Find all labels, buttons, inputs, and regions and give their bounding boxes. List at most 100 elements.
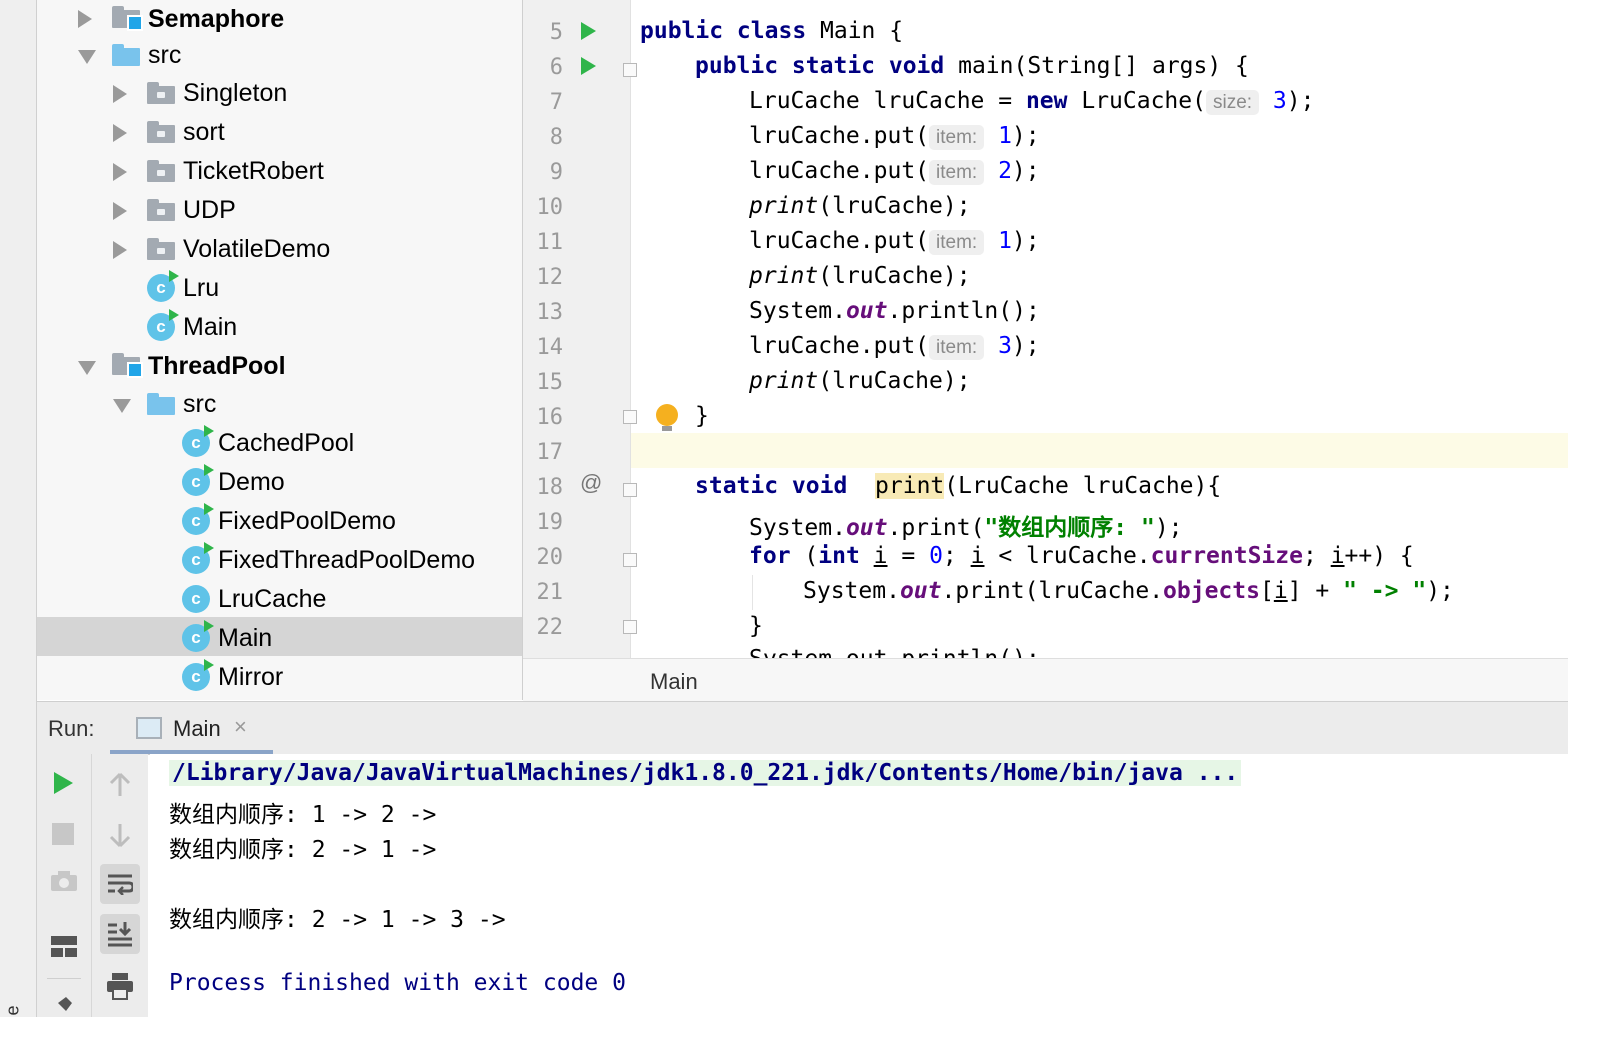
override-marker-icon[interactable]: @ <box>580 470 602 496</box>
editor-gutter: 5 6 7 8 9 10 11 12 13 14 15 16 17 18 19 … <box>523 0 637 658</box>
fold-marker-icon[interactable] <box>623 553 637 567</box>
module-folder-icon <box>112 6 143 31</box>
tree-item-label: Demo <box>218 468 285 496</box>
runnable-class-icon: c <box>147 309 179 341</box>
expand-arrow-icon[interactable] <box>113 241 127 259</box>
up-arrow-icon[interactable] <box>109 772 131 798</box>
code-line: lruCache.put(item: 3); <box>749 333 1040 360</box>
package-folder-icon <box>147 199 175 221</box>
code-line: public class Main { <box>640 18 904 44</box>
tree-item-label: src <box>148 41 182 69</box>
tree-item-label: Singleton <box>183 79 288 107</box>
param-hint: item: <box>929 125 985 150</box>
expand-arrow-icon[interactable] <box>113 202 127 220</box>
runnable-class-icon: c <box>182 542 214 574</box>
tree-item-label: VolatileDemo <box>183 235 331 263</box>
tree-item-label: src <box>183 390 217 418</box>
line-number: 8 <box>549 125 563 150</box>
fold-marker-icon[interactable] <box>623 63 637 77</box>
code-line: public static void main(String[] args) { <box>695 53 1249 79</box>
line-number: 20 <box>536 545 564 570</box>
runnable-class-icon: c <box>182 620 214 652</box>
left-tool-strip: e <box>0 0 37 1017</box>
code-line: lruCache.put(item: 1); <box>749 123 1040 150</box>
source-folder-icon <box>147 393 175 415</box>
code-line: static void print(LruCache lruCache){ <box>695 473 1222 499</box>
code-line: print(lruCache); <box>749 368 971 394</box>
tree-item-label: FixedPoolDemo <box>218 507 396 535</box>
expand-arrow-icon[interactable] <box>113 85 127 103</box>
run-label: Run: <box>48 716 95 741</box>
line-number: 17 <box>536 440 564 465</box>
expand-arrow-icon[interactable] <box>113 163 127 181</box>
package-folder-icon <box>147 238 175 260</box>
code-line: } <box>749 613 763 639</box>
tree-item-label: UDP <box>183 196 236 224</box>
code-line-partial: System.out.println(); <box>749 646 1040 658</box>
lightbulb-icon[interactable] <box>656 404 678 431</box>
param-hint: item: <box>929 335 985 360</box>
runnable-class-icon: c <box>182 503 214 535</box>
tree-selection-highlight <box>37 617 522 656</box>
editor-breadcrumb[interactable]: Main <box>523 658 1568 701</box>
scroll-to-end-button[interactable] <box>100 914 140 954</box>
code-line: } <box>695 403 709 429</box>
java-command-path[interactable]: /Library/Java/JavaVirtualMachines/jdk1.8… <box>169 760 1242 786</box>
console-line: 数组内顺序: 2 -> 1 -> 3 -> <box>169 907 520 933</box>
expand-arrow-icon[interactable] <box>78 10 92 28</box>
fold-marker-icon[interactable] <box>623 620 637 634</box>
code-line: lruCache.put(item: 1); <box>749 228 1040 255</box>
project-tree[interactable]: Semaphore src Singleton sort TicketRober… <box>37 0 523 700</box>
collapse-arrow-icon[interactable] <box>78 50 96 64</box>
soft-wrap-button[interactable] <box>100 864 140 904</box>
soft-wrap-icon <box>108 874 133 895</box>
code-editor[interactable]: 5 6 7 8 9 10 11 12 13 14 15 16 17 18 19 … <box>523 0 1568 658</box>
tree-item-label: Lru <box>183 274 220 302</box>
print-icon[interactable] <box>106 972 134 1000</box>
camera-icon[interactable] <box>50 870 78 892</box>
fold-marker-icon[interactable] <box>623 410 637 424</box>
line-number: 22 <box>536 615 564 640</box>
code-line: LruCache lruCache = new LruCache(size: 3… <box>749 88 1315 115</box>
tree-item-label: Semaphore <box>148 5 285 33</box>
tree-item-label: ThreadPool <box>148 352 286 380</box>
collapse-arrow-icon[interactable] <box>113 399 131 413</box>
fold-marker-icon[interactable] <box>623 483 637 497</box>
side-strip-label[interactable]: e <box>3 1005 24 1015</box>
run-class-icon[interactable] <box>581 22 596 40</box>
rerun-icon[interactable] <box>54 772 73 794</box>
run-tab-main[interactable]: Main × <box>110 702 273 754</box>
code-line: for (int i = 0; i < lruCache.currentSize… <box>749 543 1414 569</box>
stop-icon[interactable] <box>52 823 74 845</box>
tree-item-label: FixedThreadPoolDemo <box>218 546 476 574</box>
package-folder-icon <box>147 82 175 104</box>
close-icon[interactable]: × <box>234 714 247 740</box>
line-number: 21 <box>536 580 564 605</box>
tree-item-label: CachedPool <box>218 429 355 457</box>
down-arrow-icon[interactable] <box>109 822 131 848</box>
scroll-to-end-icon <box>108 922 132 947</box>
run-method-icon[interactable] <box>581 57 596 75</box>
run-panel-header: Run: Main × <box>37 701 1568 755</box>
line-number: 11 <box>536 230 564 255</box>
console-line: /Library/Java/JavaVirtualMachines/jdk1.8… <box>169 760 1242 786</box>
package-folder-icon <box>147 160 175 182</box>
line-number: 16 <box>536 405 564 430</box>
toolbar-divider <box>47 978 81 979</box>
param-hint: size: <box>1205 90 1260 115</box>
console-line: 数组内顺序: 2 -> 1 -> <box>169 837 451 863</box>
collapse-arrow-icon[interactable] <box>78 361 96 375</box>
param-hint: item: <box>929 160 985 185</box>
expand-arrow-icon[interactable] <box>113 124 127 142</box>
current-line-highlight <box>523 433 1568 468</box>
pin-icon[interactable] <box>51 994 77 1018</box>
package-folder-icon <box>147 121 175 143</box>
run-toolbar-primary <box>37 754 92 1017</box>
console-output[interactable]: /Library/Java/JavaVirtualMachines/jdk1.8… <box>150 754 1568 1017</box>
breadcrumb-item[interactable]: Main <box>650 669 698 695</box>
line-number: 6 <box>549 55 563 80</box>
runnable-class-icon: c <box>182 659 214 691</box>
layout-icon[interactable] <box>51 936 77 958</box>
console-icon <box>136 717 162 739</box>
indent-guide <box>752 575 753 610</box>
